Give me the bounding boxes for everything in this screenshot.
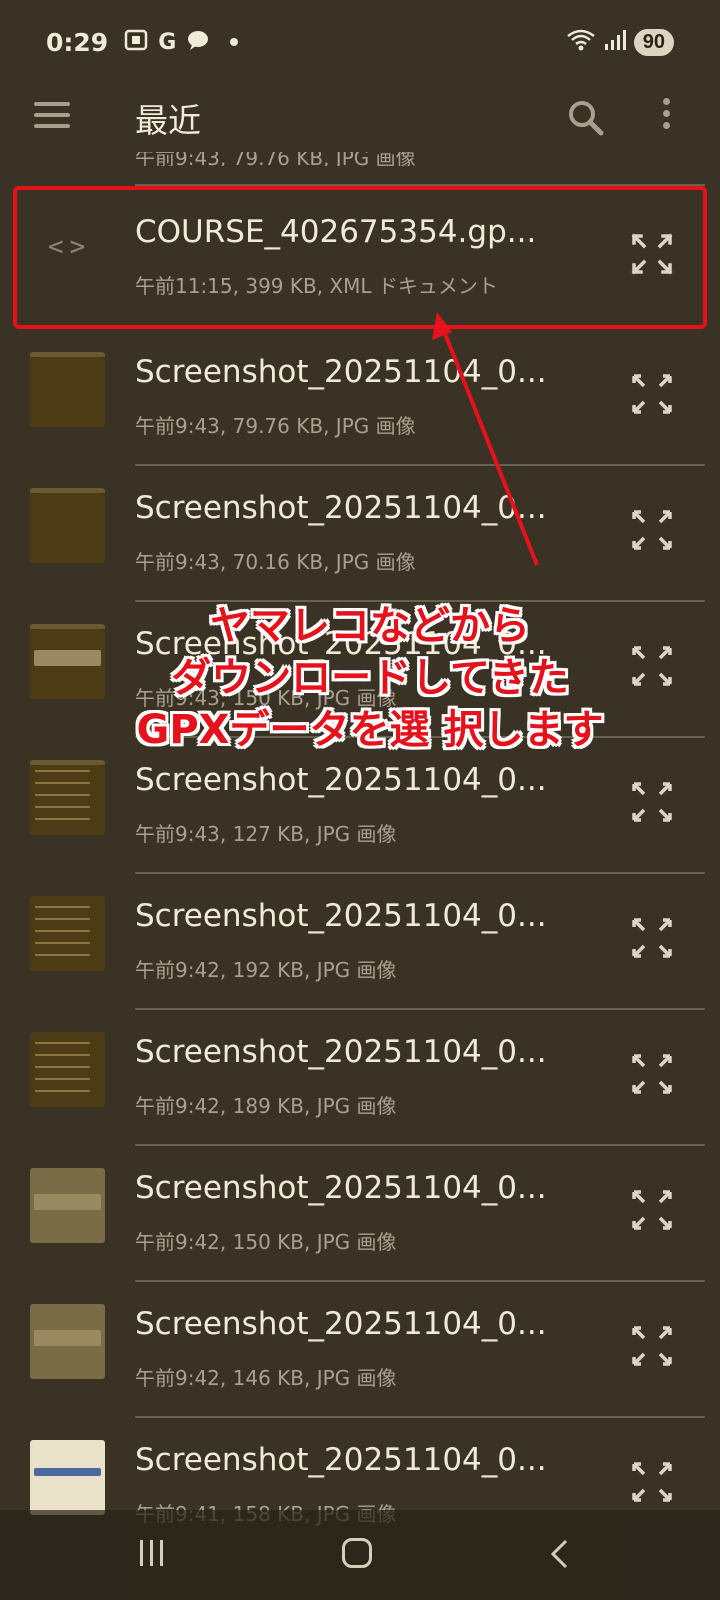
- file-name: Screenshot_20251104_0...: [135, 1034, 547, 1070]
- file-meta: 午前9:43, 70.16 KB, JPG 画像: [135, 550, 416, 574]
- expand-button[interactable]: [630, 1052, 674, 1096]
- list-item[interactable]: Screenshot_20251104_0... 午前9:43, 70.16 K…: [0, 466, 720, 602]
- file-name: Screenshot_20251104_0...: [135, 1442, 547, 1478]
- highlight-box: [13, 186, 707, 329]
- expand-button[interactable]: [630, 372, 674, 416]
- status-bar: 0:29 G 90: [0, 0, 720, 84]
- list-item[interactable]: Screenshot_20251104_0... 午前9:43, 79.76 K…: [0, 330, 720, 466]
- google-icon: G: [158, 29, 177, 55]
- thumbnail: [30, 1304, 105, 1379]
- expand-button[interactable]: [630, 916, 674, 960]
- thumbnail: [30, 488, 105, 563]
- thumbnail: [30, 760, 105, 835]
- expand-icon: [632, 1462, 672, 1502]
- signal-icon: [604, 29, 626, 55]
- thumbnail: [30, 352, 105, 427]
- annotation-line-2: ダウンロードしてきた: [171, 655, 569, 701]
- list-item[interactable]: Screenshot_20251104_0... 午前9:42, 192 KB,…: [0, 874, 720, 1010]
- annotation-text: ヤマレコなどから ダウンロードしてきた GPXデータを選 択します: [100, 600, 640, 756]
- annotation-line-1: ヤマレコなどから: [210, 603, 530, 649]
- search-button[interactable]: [566, 98, 606, 138]
- thumbnail: [30, 624, 105, 699]
- file-meta: 午前9:43, 79.76 KB, JPG 画像: [135, 414, 416, 438]
- back-button[interactable]: [546, 1538, 576, 1570]
- expand-icon: [632, 1326, 672, 1366]
- back-icon: [550, 1539, 568, 1569]
- file-name: Screenshot_20251104_0...: [135, 1170, 547, 1206]
- file-meta: 午前9:42, 146 KB, JPG 画像: [135, 1366, 397, 1390]
- more-notifications-dot: [230, 38, 239, 46]
- expand-button[interactable]: [630, 1188, 674, 1232]
- page-title: 最近: [135, 101, 201, 140]
- chat-icon: [186, 29, 210, 55]
- thumbnail: [30, 896, 105, 971]
- partial-list-item: 午前9:43, 79.76 KB, JPG 画像: [135, 152, 435, 166]
- list-item[interactable]: Screenshot_20251104_0... 午前9:42, 189 KB,…: [0, 1010, 720, 1146]
- home-button[interactable]: [342, 1538, 372, 1568]
- battery-indicator: 90: [633, 28, 674, 56]
- file-meta: 午前9:42, 150 KB, JPG 画像: [135, 1230, 397, 1254]
- file-name: Screenshot_20251104_0...: [135, 490, 547, 526]
- system-icons: 90: [566, 28, 674, 56]
- recent-apps-button[interactable]: [140, 1540, 170, 1570]
- list-item[interactable]: Screenshot_20251104_0... 午前9:43, 127 KB,…: [0, 738, 720, 874]
- thumbnail: [30, 1440, 105, 1515]
- annotation-line-3: GPXデータを選 択します: [136, 707, 604, 753]
- expand-icon: [632, 1054, 672, 1094]
- file-name: Screenshot_20251104_0...: [135, 898, 547, 934]
- thumbnail: [30, 1168, 105, 1243]
- expand-icon: [632, 374, 672, 414]
- expand-button[interactable]: [630, 1324, 674, 1368]
- expand-button[interactable]: [630, 780, 674, 824]
- expand-icon: [632, 918, 672, 958]
- menu-button[interactable]: [34, 102, 70, 132]
- file-meta: 午前9:42, 192 KB, JPG 画像: [135, 958, 397, 982]
- partial-item-meta: 午前9:43, 79.76 KB, JPG 画像: [135, 152, 416, 166]
- file-meta: 午前9:42, 189 KB, JPG 画像: [135, 1094, 397, 1118]
- list-item[interactable]: Screenshot_20251104_0... 午前9:42, 150 KB,…: [0, 1146, 720, 1282]
- navigation-bar: [0, 1510, 720, 1600]
- expand-icon: [632, 510, 672, 550]
- app-bar: 最近: [0, 84, 720, 154]
- search-icon: [569, 101, 604, 136]
- thumbnail: [30, 1032, 105, 1107]
- list-item[interactable]: Screenshot_20251104_0... 午前9:42, 146 KB,…: [0, 1282, 720, 1418]
- expand-icon: [632, 782, 672, 822]
- wifi-icon: [566, 28, 596, 56]
- expand-button[interactable]: [630, 508, 674, 552]
- expand-icon: [632, 1190, 672, 1230]
- notification-icons: G: [124, 29, 239, 55]
- file-meta: 午前9:43, 127 KB, JPG 画像: [135, 822, 397, 846]
- expand-button[interactable]: [630, 1460, 674, 1504]
- screenshot-icon: [124, 29, 148, 55]
- file-name: Screenshot_20251104_0...: [135, 354, 547, 390]
- file-name: Screenshot_20251104_0...: [135, 762, 547, 798]
- status-time: 0:29: [46, 27, 109, 57]
- more-options-button[interactable]: [656, 98, 676, 138]
- file-name: Screenshot_20251104_0...: [135, 1306, 547, 1342]
